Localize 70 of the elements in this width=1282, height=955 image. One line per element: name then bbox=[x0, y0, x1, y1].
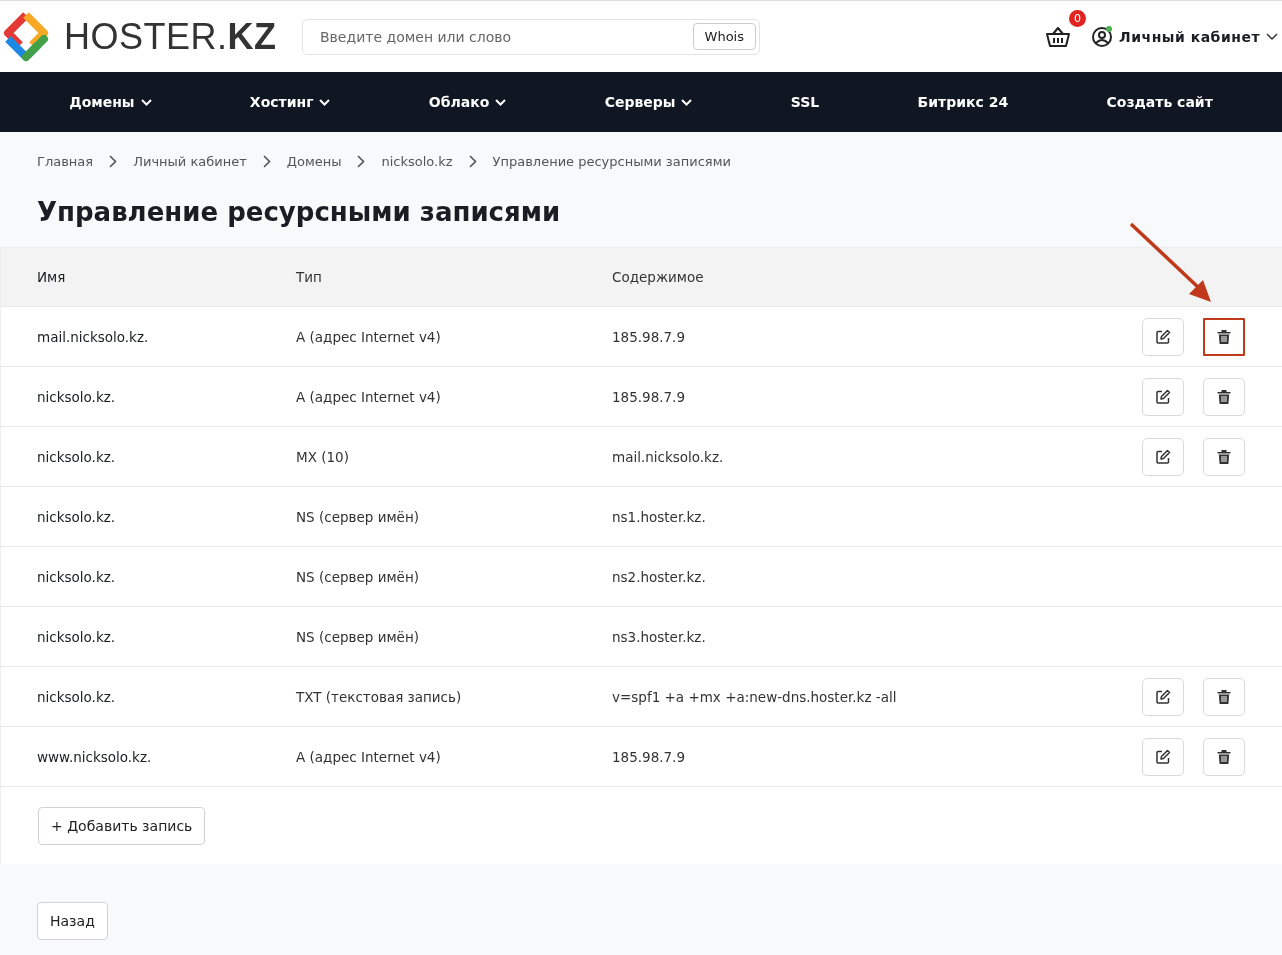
trash-icon bbox=[1217, 449, 1231, 465]
nav-menu-item[interactable]: Домены bbox=[69, 94, 135, 110]
account-link[interactable]: Личный кабинет bbox=[1119, 28, 1260, 45]
breadcrumb-link[interactable]: Личный кабинет bbox=[133, 154, 247, 169]
record-name: nicksolo.kz. bbox=[36, 508, 117, 525]
edit-button[interactable] bbox=[1142, 318, 1184, 356]
basket-icon[interactable] bbox=[1045, 25, 1072, 48]
record-content: 185.98.7.9 bbox=[612, 748, 685, 765]
back-button[interactable]: Назад bbox=[37, 902, 108, 940]
breadcrumb-link[interactable]: nicksolo.kz bbox=[381, 154, 453, 169]
edit-icon bbox=[1155, 449, 1171, 465]
record-type: A (адрес Internet v4) bbox=[296, 748, 442, 765]
column-header: Имя bbox=[36, 269, 67, 285]
record-name: nicksolo.kz. bbox=[36, 688, 117, 705]
record-type: A (адрес Internet v4) bbox=[296, 328, 442, 345]
record-name: nicksolo.kz. bbox=[36, 568, 117, 585]
chevron-right-icon bbox=[262, 155, 271, 168]
record-type: NS (сервер имён) bbox=[296, 568, 420, 585]
nav-menu-item[interactable]: SSL bbox=[790, 94, 820, 110]
chevron-right-icon bbox=[109, 155, 118, 168]
record-name: nicksolo.kz. bbox=[36, 448, 117, 465]
record-name: nicksolo.kz. bbox=[36, 388, 117, 405]
record-content: 185.98.7.9 bbox=[612, 328, 685, 345]
page-title: Управление ресурсными записями bbox=[37, 197, 562, 227]
record-content: ns3.hoster.kz. bbox=[612, 628, 706, 645]
record-name: nicksolo.kz. bbox=[36, 628, 117, 645]
trash-icon bbox=[1217, 329, 1231, 345]
record-content: v=spf1 +a +mx +a:new-dns.hoster.kz -all bbox=[612, 688, 897, 705]
cart-count-badge: 0 bbox=[1069, 9, 1087, 27]
trash-icon bbox=[1217, 389, 1231, 405]
edit-icon bbox=[1155, 749, 1171, 765]
edit-button[interactable] bbox=[1142, 738, 1184, 776]
record-content: ns2.hoster.kz. bbox=[612, 568, 706, 585]
breadcrumb-link[interactable]: Управление ресурсными записями bbox=[492, 154, 731, 169]
whois-button[interactable]: Whois bbox=[692, 23, 756, 50]
trash-icon bbox=[1217, 689, 1231, 705]
column-header: Содержимое bbox=[612, 269, 704, 285]
breadcrumb-link[interactable]: Главная bbox=[37, 154, 94, 169]
record-content: ns1.hoster.kz. bbox=[612, 508, 706, 525]
edit-icon bbox=[1155, 329, 1171, 345]
edit-icon bbox=[1155, 389, 1171, 405]
user-icon[interactable] bbox=[1091, 25, 1114, 48]
domain-search-field[interactable]: Введите домен или слово Whois bbox=[302, 18, 760, 55]
nav-menu-item[interactable]: Серверы bbox=[604, 94, 676, 110]
edit-button[interactable] bbox=[1142, 678, 1184, 716]
chevron-right-icon bbox=[468, 155, 477, 168]
record-content: mail.nicksolo.kz. bbox=[612, 448, 724, 465]
column-header: Тип bbox=[296, 269, 323, 285]
add-record-button[interactable]: + Добавить запись bbox=[38, 807, 206, 845]
delete-button[interactable] bbox=[1203, 318, 1245, 356]
record-type: MX (10) bbox=[296, 448, 350, 465]
edit-button[interactable] bbox=[1142, 438, 1184, 476]
record-name: www.nicksolo.kz. bbox=[36, 748, 153, 765]
edit-icon bbox=[1155, 689, 1171, 705]
nav-menu-item[interactable]: Хостинг bbox=[249, 94, 314, 110]
record-type: A (адрес Internet v4) bbox=[296, 388, 442, 405]
chevron-down-icon[interactable] bbox=[1266, 32, 1278, 41]
record-type: NS (сервер имён) bbox=[296, 628, 420, 645]
record-content: 185.98.7.9 bbox=[612, 388, 685, 405]
logo-text[interactable]: HOSTER.KZ bbox=[64, 15, 277, 58]
record-type: TXT (текстовая запись) bbox=[296, 688, 463, 705]
record-name: mail.nicksolo.kz. bbox=[36, 328, 150, 345]
record-type: NS (сервер имён) bbox=[296, 508, 420, 525]
nav-menu-item[interactable]: Облако bbox=[428, 94, 490, 110]
nav-menu-item[interactable]: Создать сайт bbox=[1106, 94, 1213, 110]
trash-icon bbox=[1217, 749, 1231, 765]
edit-button[interactable] bbox=[1142, 378, 1184, 416]
nav-menu-item[interactable]: Битрикс 24 bbox=[917, 94, 1009, 110]
breadcrumb-link[interactable]: Домены bbox=[286, 154, 342, 169]
chevron-right-icon bbox=[357, 155, 366, 168]
